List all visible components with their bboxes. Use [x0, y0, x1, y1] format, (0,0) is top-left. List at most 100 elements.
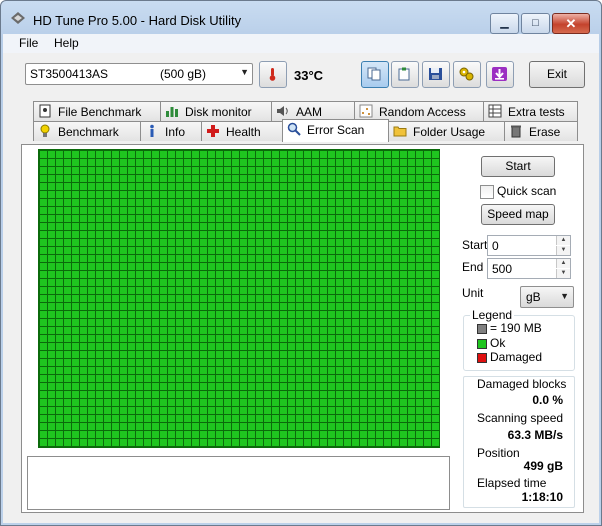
position-label: Position	[477, 446, 520, 460]
damaged-blocks-label: Damaged blocks	[477, 377, 567, 391]
quick-scan-checkbox[interactable]	[480, 185, 494, 199]
close-icon: ✕	[565, 16, 577, 31]
legend-block-label: = 190 MB	[490, 321, 542, 335]
speed-map-button[interactable]: Speed map	[481, 204, 555, 225]
copy-text-button[interactable]	[391, 61, 419, 88]
chevron-down-icon: ▼	[560, 291, 569, 301]
gears-icon	[459, 67, 474, 81]
thermometer-icon	[269, 68, 276, 81]
info-icon	[150, 124, 154, 137]
tab-info[interactable]: Info	[140, 121, 202, 141]
tab-label: Info	[165, 125, 186, 139]
legend-ok-swatch	[477, 339, 487, 349]
maximize-icon: □	[532, 17, 539, 29]
legend-ok-label: Ok	[490, 336, 506, 350]
start-spinbox[interactable]: 0 ▲ ▼	[487, 235, 571, 256]
start-scan-button[interactable]: Start	[481, 156, 555, 177]
quick-scan-label: Quick scan	[497, 184, 557, 198]
magnifier-icon	[287, 122, 301, 136]
file-benchmark-icon	[39, 104, 51, 118]
unit-select[interactable]: gB ▼	[520, 286, 574, 308]
spin-up-icon[interactable]: ▲	[556, 259, 570, 268]
chevron-down-icon: ▼	[240, 67, 249, 77]
spin-down-icon[interactable]: ▼	[556, 269, 570, 278]
menu-help[interactable]: Help	[54, 36, 79, 50]
elapsed-time-value: 1:18:10	[521, 490, 563, 504]
copy-info-button[interactable]	[361, 61, 389, 88]
error-scan-panel: Start Quick scan Speed map Start 0 ▲ ▼ E…	[21, 144, 584, 513]
tab-folder-usage[interactable]: Folder Usage	[388, 121, 505, 141]
drive-size: (500 gB)	[160, 67, 207, 81]
window-title: HD Tune Pro 5.00 - Hard Disk Utility	[33, 13, 242, 28]
clipboard-icon	[398, 67, 410, 81]
drive-name: ST3500413AS	[30, 67, 109, 81]
end-label: End	[462, 260, 484, 274]
legend-block-swatch	[477, 324, 487, 334]
sector-block-map	[38, 149, 440, 448]
legend-damaged-label: Damaged	[490, 350, 543, 364]
elapsed-time-label: Elapsed time	[477, 476, 547, 490]
scanning-speed-value: 63.3 MB/s	[507, 428, 563, 442]
tab-extra-tests[interactable]: Extra tests	[483, 101, 578, 121]
end-spinbox[interactable]: 500 ▲ ▼	[487, 258, 571, 279]
spin-down-icon[interactable]: ▼	[556, 246, 570, 255]
tab-label: Health	[226, 125, 261, 139]
temperature-value: 33	[294, 68, 309, 83]
save-button[interactable]	[422, 61, 450, 88]
menu-file[interactable]: File	[19, 36, 38, 50]
tab-label: Erase	[529, 125, 561, 139]
tab-error-scan[interactable]: Error Scan	[282, 119, 389, 142]
legend-damaged-swatch	[477, 353, 487, 363]
temperature-readout: 33°C	[294, 68, 323, 83]
tab-erase[interactable]: Erase	[504, 121, 578, 141]
drive-select[interactable]: ST3500413AS (500 gB) ▼	[25, 63, 253, 85]
unit-label: Unit	[462, 286, 484, 300]
tab-benchmark[interactable]: Benchmark	[33, 121, 141, 141]
end-value: 500	[492, 262, 513, 276]
tab-label: Random Access	[379, 105, 466, 119]
tab-label: Disk monitor	[185, 105, 252, 119]
download-button[interactable]	[486, 61, 514, 88]
minimize-button[interactable]: ▁	[490, 13, 519, 34]
download-arrow-icon	[492, 67, 507, 81]
floppy-disk-icon	[429, 68, 442, 80]
tab-label: Folder Usage	[413, 125, 486, 139]
tab-label: Benchmark	[58, 125, 119, 139]
spin-up-icon[interactable]: ▲	[556, 236, 570, 245]
trash-can-icon	[511, 125, 521, 138]
position-value: 499 gB	[523, 459, 563, 473]
unit-value: gB	[526, 290, 541, 304]
bar-chart-icon	[166, 107, 178, 117]
tab-file-benchmark[interactable]: File Benchmark	[33, 101, 161, 121]
copy-icon	[367, 67, 381, 81]
tab-label: AAM	[296, 105, 323, 119]
scanning-speed-label: Scanning speed	[477, 411, 564, 425]
damaged-blocks-value: 0.0 %	[532, 393, 563, 407]
title-bar[interactable]: HD Tune Pro 5.00 - Hard Disk Utility ▁ □…	[1, 1, 601, 34]
minimize-icon: ▁	[500, 17, 509, 29]
tab-health[interactable]: Health	[201, 121, 285, 141]
close-button[interactable]: ✕	[552, 13, 590, 34]
tab-label: Error Scan	[307, 123, 365, 137]
folder-icon	[393, 126, 407, 137]
maximize-button[interactable]: □	[521, 13, 550, 34]
tab-random-access[interactable]: Random Access	[354, 101, 484, 121]
tab-disk-monitor[interactable]: Disk monitor	[160, 101, 272, 121]
tab-label: File Benchmark	[58, 105, 142, 119]
scan-log-box[interactable]	[27, 456, 450, 510]
temperature-button[interactable]	[259, 61, 287, 88]
exit-button[interactable]: Exit	[529, 61, 585, 88]
options-button[interactable]	[453, 61, 481, 88]
speaker-icon	[277, 106, 288, 116]
app-window: HD Tune Pro 5.00 - Hard Disk Utility ▁ □…	[0, 0, 602, 526]
menu-bar: File Help	[3, 34, 599, 53]
start-label: Start	[462, 238, 488, 252]
lightbulb-icon	[40, 124, 50, 137]
start-value: 0	[492, 239, 499, 253]
toolbar: ST3500413AS (500 gB) ▼ 33°C Exit	[9, 55, 589, 95]
tab-aam[interactable]: AAM	[271, 101, 355, 121]
table-icon	[488, 104, 502, 118]
temperature-unit: °C	[308, 68, 324, 83]
legend-title: Legend	[470, 308, 515, 322]
app-icon	[11, 12, 25, 24]
